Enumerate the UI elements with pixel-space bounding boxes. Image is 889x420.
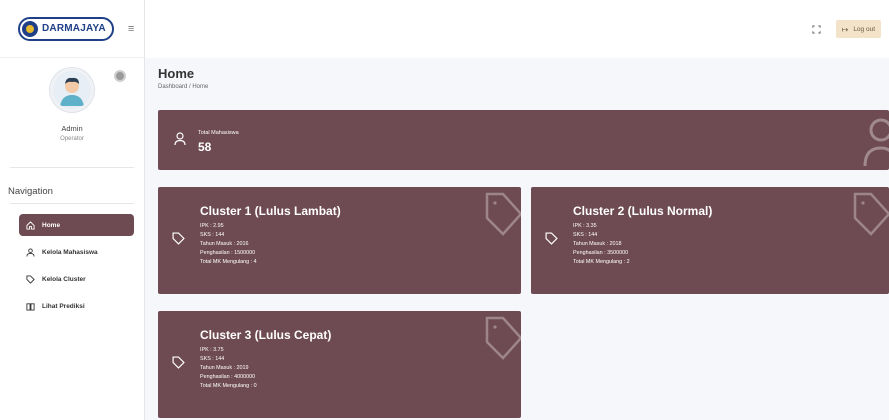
tag-icon bbox=[172, 356, 185, 374]
cluster-sks: SKS : 144 bbox=[200, 356, 225, 362]
logout-icon: ↦ bbox=[841, 24, 849, 34]
avatar bbox=[50, 68, 94, 112]
cluster-ipk: IPK : 3.35 bbox=[573, 223, 597, 229]
sidebar-item-label: Lihat Prediksi bbox=[42, 302, 85, 310]
page-title: Home bbox=[158, 66, 195, 81]
profile-panel: Admin Operator bbox=[10, 58, 134, 168]
tag-watermark-icon bbox=[851, 191, 889, 242]
cluster-title: Cluster 1 (Lulus Lambat) bbox=[200, 204, 341, 218]
cluster-tahun-masuk: Tahun Masuk : 2019 bbox=[200, 365, 249, 371]
sidebar-item-kelola-mahasiswa[interactable]: Kelola Mahasiswa bbox=[19, 241, 134, 263]
sidebar-item-label: Kelola Cluster bbox=[42, 275, 86, 283]
home-icon bbox=[25, 220, 35, 230]
tag-icon bbox=[545, 232, 558, 250]
logo-seal-icon bbox=[22, 20, 38, 37]
logout-label: Log out bbox=[853, 25, 875, 33]
cluster-tahun-masuk: Tahun Masuk : 2016 bbox=[200, 241, 249, 247]
sidebar-item-label: Home bbox=[42, 221, 61, 229]
cluster-penghasilan: Penghasilan : 1500000 bbox=[200, 250, 256, 256]
user-icon bbox=[25, 247, 35, 257]
tag-icon bbox=[25, 274, 35, 284]
cluster-title: Cluster 3 (Lulus Cepat) bbox=[200, 328, 332, 342]
breadcrumb: Dashboard / Home bbox=[158, 84, 209, 90]
cluster-mk-mengulang: Total MK Mengulang : 0 bbox=[200, 383, 257, 389]
total-value: 58 bbox=[198, 140, 212, 154]
total-label: Total Mahasiswa bbox=[198, 130, 239, 136]
book-icon bbox=[25, 301, 35, 311]
cluster-card-2: Cluster 2 (Lulus Normal) IPK : 3.35 SKS … bbox=[531, 187, 889, 294]
cluster-penghasilan: Penghasilan : 4000000 bbox=[200, 374, 256, 380]
brand-name: DARMAJAYA bbox=[42, 23, 106, 34]
cluster-sks: SKS : 144 bbox=[573, 232, 598, 238]
menu-toggle-icon[interactable]: ≡ bbox=[128, 23, 134, 35]
profile-settings-icon[interactable] bbox=[114, 70, 126, 82]
cluster-mk-mengulang: Total MK Mengulang : 2 bbox=[573, 259, 630, 265]
brand-logo[interactable]: DARMAJAYA bbox=[18, 16, 114, 41]
nav-divider bbox=[10, 203, 134, 204]
profile-name: Admin bbox=[61, 124, 83, 133]
total-mahasiswa-card: Total Mahasiswa 58 bbox=[158, 110, 889, 170]
tag-watermark-icon bbox=[483, 191, 521, 242]
fullscreen-icon[interactable] bbox=[810, 22, 824, 36]
cluster-info: IPK : 3.35 SKS : 144 Tahun Masuk : 2018 … bbox=[573, 222, 630, 267]
cluster-penghasilan: Penghasilan : 3500000 bbox=[573, 250, 629, 256]
cluster-ipk: IPK : 2.95 bbox=[200, 223, 224, 229]
user-icon bbox=[174, 132, 186, 151]
tag-icon bbox=[172, 232, 185, 250]
page-header: Home Dashboard / Home bbox=[158, 66, 208, 90]
cluster-sks: SKS : 144 bbox=[200, 232, 225, 238]
sidebar-item-home[interactable]: Home bbox=[19, 214, 134, 236]
sidebar: DARMAJAYA ≡ Admin Operator Navigation Ho… bbox=[0, 0, 145, 420]
cluster-info: IPK : 2.95 SKS : 144 Tahun Masuk : 2016 … bbox=[200, 222, 257, 267]
cluster-card-3: Cluster 3 (Lulus Cepat) IPK : 3.75 SKS :… bbox=[158, 311, 521, 418]
nav-heading: Navigation bbox=[8, 186, 53, 197]
cluster-tahun-masuk: Tahun Masuk : 2018 bbox=[573, 241, 622, 247]
sidebar-item-label: Kelola Mahasiswa bbox=[42, 248, 98, 256]
brand-bar: DARMAJAYA ≡ bbox=[0, 0, 144, 58]
sidebar-item-lihat-prediksi[interactable]: Lihat Prediksi bbox=[19, 295, 134, 317]
sidebar-item-kelola-cluster[interactable]: Kelola Cluster bbox=[19, 268, 134, 290]
topbar: ↦ Log out bbox=[145, 0, 889, 58]
cluster-info: IPK : 3.75 SKS : 144 Tahun Masuk : 2019 … bbox=[200, 346, 257, 391]
cluster-ipk: IPK : 3.75 bbox=[200, 347, 224, 353]
cluster-card-1: Cluster 1 (Lulus Lambat) IPK : 2.95 SKS … bbox=[158, 187, 521, 294]
user-watermark-icon bbox=[859, 116, 889, 170]
tag-watermark-icon bbox=[483, 315, 521, 366]
cluster-mk-mengulang: Total MK Mengulang : 4 bbox=[200, 259, 257, 265]
cluster-title: Cluster 2 (Lulus Normal) bbox=[573, 204, 713, 218]
logout-button[interactable]: ↦ Log out bbox=[835, 20, 881, 38]
profile-role: Operator bbox=[60, 136, 84, 142]
